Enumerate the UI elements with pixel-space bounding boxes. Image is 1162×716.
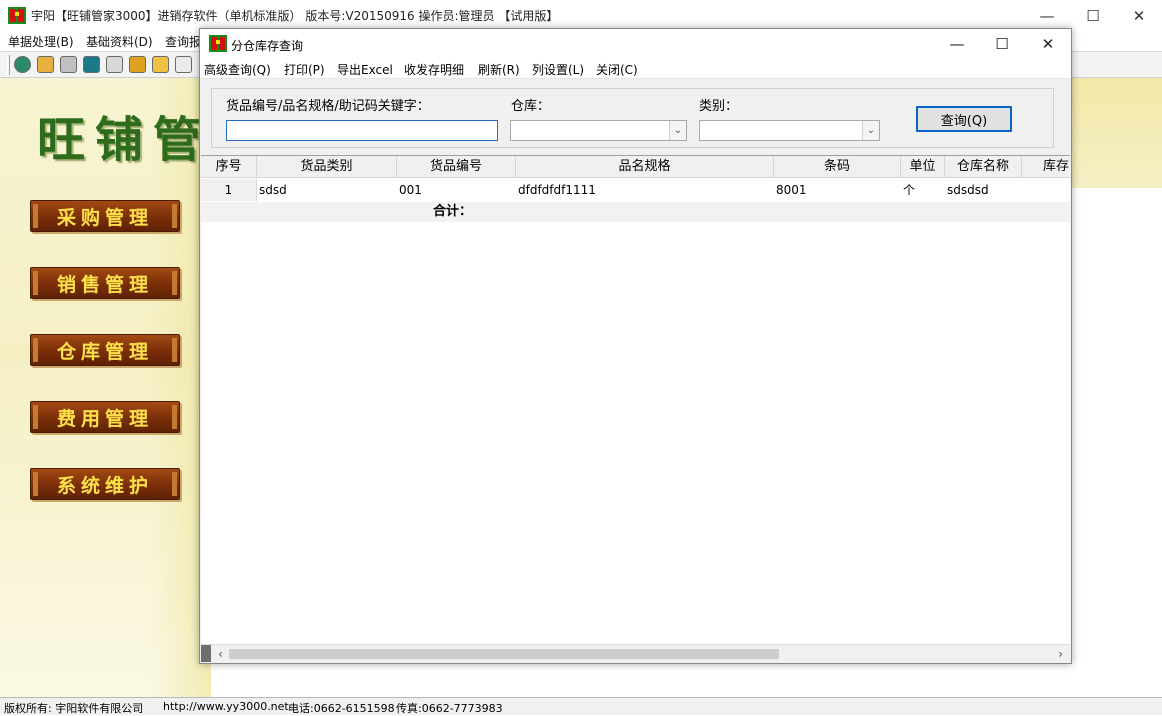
cell-category: sdsd	[259, 183, 287, 197]
chevron-down-icon[interactable]: ⌄	[669, 121, 686, 140]
scroll-right-icon[interactable]: ›	[1052, 645, 1069, 662]
cell-barcode: 8001	[776, 183, 807, 197]
toolbar-grip[interactable]	[7, 55, 10, 75]
menu-column-settings[interactable]: 列设置(L)	[532, 61, 584, 78]
database-icon[interactable]	[83, 56, 100, 73]
app-logo-icon	[8, 7, 26, 24]
main-title-bar: 宇阳【旺铺管家3000】进销存软件（单机标准版） 版本号:V20150916 操…	[0, 0, 1162, 31]
cell-name-spec: dfdfdfdf1111	[518, 183, 596, 197]
main-close-button[interactable]: ✕	[1116, 0, 1162, 31]
menu-documents[interactable]: 单据处理(B)	[8, 33, 74, 50]
status-website: http://www.yy3000.net	[163, 700, 289, 713]
main-maximize-button[interactable]: ☐	[1070, 0, 1116, 31]
nav-warehouse-button[interactable]: 仓库管理	[30, 334, 180, 366]
nav-system-button[interactable]: 系统维护	[30, 468, 180, 500]
dialog-menu-bar: 高级查询(Q) 打印(P) 导出Excel 收发存明细 刷新(R) 列设置(L)…	[200, 59, 1071, 79]
nav-expense-button[interactable]: 费用管理	[30, 401, 180, 433]
menu-export-excel[interactable]: 导出Excel	[337, 61, 393, 78]
cell-unit: 个	[903, 183, 916, 197]
scroll-left-icon[interactable]: ‹	[212, 645, 229, 662]
scrollbar-thumb[interactable]	[229, 649, 779, 659]
document-icon[interactable]	[175, 56, 192, 73]
table-total-row: 合计：	[201, 202, 1070, 222]
dialog-title: 分仓库存查询	[231, 39, 304, 53]
column-header[interactable]: 品名规格	[516, 156, 774, 178]
report-icon[interactable]	[14, 56, 31, 73]
stock-table: 序号 货品类别 货品编号 品名规格 条码 单位 仓库名称 库存 1 sdsd 0…	[201, 155, 1070, 647]
column-header[interactable]: 货品类别	[257, 156, 397, 178]
database-icon[interactable]	[60, 56, 77, 73]
total-label: 合计：	[433, 204, 473, 219]
warehouse-select[interactable]: ⌄	[510, 120, 687, 141]
main-minimize-button[interactable]: —	[1024, 0, 1070, 31]
menu-advanced-query[interactable]: 高级查询(Q)	[204, 61, 271, 78]
left-nav-panel	[0, 78, 211, 697]
database-icon[interactable]	[106, 56, 123, 73]
box-icon[interactable]	[129, 56, 146, 73]
keyword-input[interactable]	[226, 120, 498, 141]
table-header: 序号 货品类别 货品编号 品名规格 条码 单位 仓库名称 库存	[201, 156, 1070, 178]
warehouse-label: 仓库：	[511, 99, 551, 114]
column-header[interactable]: 仓库名称	[945, 156, 1022, 178]
filter-panel: 货品编号/品名规格/助记码关键字： 仓库： ⌄ 类别： ⌄ 查询(Q)	[211, 88, 1054, 148]
dialog-title-bar: 分仓库存查询 — ☐ ✕	[200, 29, 1071, 59]
edit-icon[interactable]	[37, 56, 54, 73]
column-header[interactable]: 条码	[774, 156, 901, 178]
scrollbar-corner	[201, 645, 211, 662]
horizontal-scrollbar[interactable]: ‹ ›	[201, 644, 1070, 662]
column-header[interactable]: 库存	[1022, 156, 1092, 178]
dialog-close-button[interactable]: ✕	[1025, 29, 1071, 59]
status-bar: 版权所有: 宇阳软件有限公司 http://www.yy3000.net 电话:…	[0, 697, 1162, 715]
category-select[interactable]: ⌄	[699, 120, 880, 141]
dialog-maximize-button[interactable]: ☐	[979, 29, 1025, 59]
cell-code: 001	[399, 183, 422, 197]
column-header[interactable]: 货品编号	[397, 156, 516, 178]
cell-warehouse: sdsdsd	[947, 183, 989, 197]
status-phone: 电话:0662-6151598	[288, 702, 395, 715]
menu-refresh[interactable]: 刷新(R)	[478, 61, 520, 78]
menu-query[interactable]: 查询报	[165, 33, 201, 50]
query-button[interactable]: 查询(Q)	[916, 106, 1012, 132]
status-copyright: 版权所有: 宇阳软件有限公司	[4, 702, 144, 715]
stock-query-dialog: 分仓库存查询 — ☐ ✕ 高级查询(Q) 打印(P) 导出Excel 收发存明细…	[199, 28, 1072, 664]
column-header[interactable]: 单位	[901, 156, 945, 178]
menu-close[interactable]: 关闭(C)	[596, 61, 638, 78]
menu-print[interactable]: 打印(P)	[284, 61, 325, 78]
nav-purchase-button[interactable]: 采购管理	[30, 200, 180, 232]
row-number: 1	[201, 179, 257, 201]
app-logo-icon	[209, 35, 227, 52]
dialog-minimize-button[interactable]: —	[934, 29, 980, 59]
status-fax: 传真:0662-7773983	[396, 702, 503, 715]
column-header[interactable]: 序号	[201, 156, 257, 178]
cell-stock	[1022, 179, 1070, 201]
box-icon[interactable]	[152, 56, 169, 73]
main-window-title: 宇阳【旺铺管家3000】进销存软件（单机标准版） 版本号:V20150916 操…	[31, 9, 559, 23]
table-row[interactable]: 1 sdsd 001 dfdfdfdf1111 8001 个 sdsdsd	[201, 179, 1070, 201]
nav-sales-button[interactable]: 销售管理	[30, 267, 180, 299]
menu-stock-detail[interactable]: 收发存明细	[404, 61, 464, 78]
menu-base-data[interactable]: 基础资料(D)	[86, 33, 153, 50]
product-logo: 旺铺管	[37, 112, 212, 168]
keyword-label: 货品编号/品名规格/助记码关键字：	[226, 99, 430, 114]
chevron-down-icon[interactable]: ⌄	[862, 121, 879, 140]
category-label: 类别：	[699, 99, 739, 114]
